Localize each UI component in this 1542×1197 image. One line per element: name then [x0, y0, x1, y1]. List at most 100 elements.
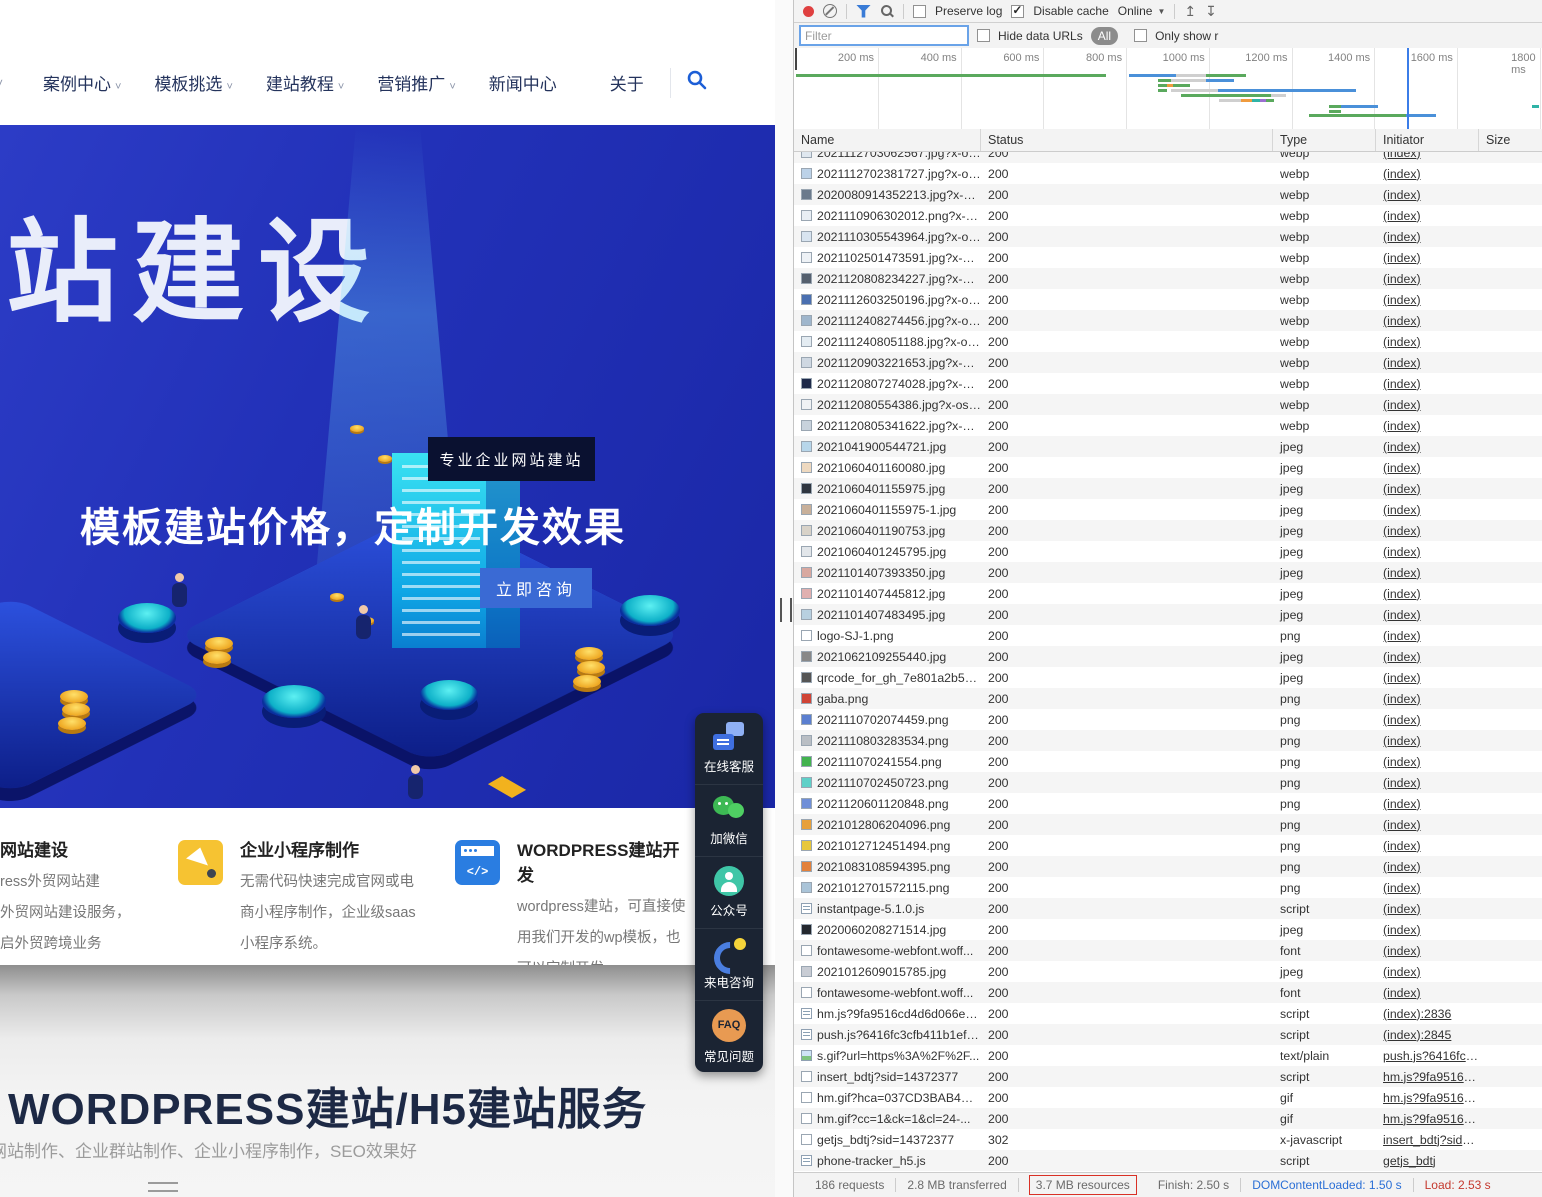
- request-initiator-link[interactable]: (index): [1376, 923, 1479, 937]
- table-row[interactable]: 2021120808234227.jpg?x-oss...200webp(ind…: [794, 268, 1542, 289]
- table-row[interactable]: fontawesome-webfont.woff...200font(index…: [794, 982, 1542, 1003]
- table-row[interactable]: 2021110702074459.png200png(index): [794, 709, 1542, 730]
- filter-type-all[interactable]: All: [1091, 27, 1118, 45]
- request-initiator-link[interactable]: (index): [1376, 356, 1479, 370]
- contact-menu-item-wechat[interactable]: 加微信: [695, 785, 763, 857]
- request-initiator-link[interactable]: (index): [1376, 587, 1479, 601]
- request-initiator-link[interactable]: push.js?6416fc3...: [1376, 1049, 1479, 1063]
- request-initiator-link[interactable]: (index): [1376, 671, 1479, 685]
- consult-now-button[interactable]: 立即咨询: [480, 568, 592, 608]
- hide-data-urls-checkbox[interactable]: [977, 29, 990, 42]
- request-initiator-link[interactable]: (index): [1376, 713, 1479, 727]
- only-show-label[interactable]: Only show r: [1155, 29, 1218, 43]
- request-initiator-link[interactable]: (index): [1376, 944, 1479, 958]
- table-row[interactable]: fontawesome-webfont.woff...200font(index…: [794, 940, 1542, 961]
- table-row[interactable]: phone-tracker_h5.js200scriptgetjs_bdtj: [794, 1150, 1542, 1171]
- request-initiator-link[interactable]: (index): [1376, 314, 1479, 328]
- feature-card-website[interactable]: 网站建设 ress外贸网站建外贸网站建设服务，启外贸跨境业务: [0, 808, 165, 960]
- devtools-splitter[interactable]: [775, 0, 793, 1197]
- nav-item-6[interactable]: 关于: [610, 70, 644, 95]
- network-overview-timeline[interactable]: 200 ms400 ms600 ms800 ms1000 ms1200 ms14…: [794, 48, 1542, 130]
- request-initiator-link[interactable]: (index): [1376, 524, 1479, 538]
- table-row[interactable]: 2021060401245795.jpg200jpeg(index): [794, 541, 1542, 562]
- table-row[interactable]: s.gif?url=https%3A%2F%2F...200text/plain…: [794, 1045, 1542, 1066]
- request-initiator-link[interactable]: (index): [1376, 230, 1479, 244]
- contact-menu-item-faq[interactable]: FAQ常见问题: [695, 1001, 763, 1072]
- request-initiator-link[interactable]: (index): [1376, 734, 1479, 748]
- table-row[interactable]: 2021060401190753.jpg200jpeg(index): [794, 520, 1542, 541]
- column-header-initiator[interactable]: Initiator: [1376, 129, 1479, 151]
- table-row[interactable]: 2021110906302012.png?x-os...200webp(inde…: [794, 205, 1542, 226]
- table-row[interactable]: getjs_bdtj?sid=14372377302x-javascriptin…: [794, 1129, 1542, 1150]
- table-row[interactable]: 2021110803283534.png200png(index): [794, 730, 1542, 751]
- table-row[interactable]: hm.js?9fa9516cd4d6d066e72...200script(in…: [794, 1003, 1542, 1024]
- table-row[interactable]: 2020060208271514.jpg200jpeg(index): [794, 919, 1542, 940]
- table-row[interactable]: 202112080554386.jpg?x-oss-...200webp(ind…: [794, 394, 1542, 415]
- request-initiator-link[interactable]: (index): [1376, 293, 1479, 307]
- table-row[interactable]: 2021062109255440.jpg200jpeg(index): [794, 646, 1542, 667]
- request-initiator-link[interactable]: hm.js?9fa9516...:...: [1376, 1070, 1479, 1084]
- request-initiator-link[interactable]: (index): [1376, 818, 1479, 832]
- nav-item-2[interactable]: 模板挑选˅: [154, 70, 232, 95]
- request-initiator-link[interactable]: (index): [1376, 839, 1479, 853]
- table-row[interactable]: 2021112702381727.jpg?x-oss...200webp(ind…: [794, 163, 1542, 184]
- table-row[interactable]: 2021012712451494.png200png(index): [794, 835, 1542, 856]
- table-row[interactable]: 2021120805341622.jpg?x-oss...200webp(ind…: [794, 415, 1542, 436]
- request-initiator-link[interactable]: (index):2836: [1376, 1007, 1479, 1021]
- filter-input[interactable]: [799, 25, 969, 46]
- nav-item-3[interactable]: 建站教程˅: [266, 70, 344, 95]
- request-initiator-link[interactable]: (index): [1376, 188, 1479, 202]
- request-initiator-link[interactable]: (index):2845: [1376, 1028, 1479, 1042]
- filter-funnel-icon[interactable]: [856, 5, 871, 18]
- table-row[interactable]: gaba.png200png(index): [794, 688, 1542, 709]
- table-row[interactable]: 2021120807274028.jpg?x-oss...200webp(ind…: [794, 373, 1542, 394]
- table-row[interactable]: insert_bdtj?sid=14372377200scripthm.js?9…: [794, 1066, 1542, 1087]
- request-initiator-link[interactable]: (index): [1376, 440, 1479, 454]
- request-initiator-link[interactable]: (index): [1376, 608, 1479, 622]
- request-initiator-link[interactable]: (index): [1376, 776, 1479, 790]
- table-row[interactable]: 2021112408274456.jpg?x-oss...200webp(ind…: [794, 310, 1542, 331]
- preserve-log-checkbox[interactable]: [913, 5, 926, 18]
- table-row[interactable]: 2021110702450723.png200png(index): [794, 772, 1542, 793]
- request-initiator-link[interactable]: (index): [1376, 797, 1479, 811]
- column-header-status[interactable]: Status: [981, 129, 1273, 151]
- column-header-type[interactable]: Type: [1273, 129, 1376, 151]
- table-row[interactable]: 2020080914352213.jpg?x-oss...200webp(ind…: [794, 184, 1542, 205]
- search-icon[interactable]: [686, 69, 708, 96]
- drag-handle-icon[interactable]: [780, 598, 792, 622]
- table-row[interactable]: instantpage-5.1.0.js200script(index): [794, 898, 1542, 919]
- requests-table[interactable]: 2021112703062567.jpg?x-oss...200webp(ind…: [794, 152, 1542, 1172]
- table-row[interactable]: 2021112703062567.jpg?x-oss...200webp(ind…: [794, 152, 1542, 163]
- request-initiator-link[interactable]: (index): [1376, 503, 1479, 517]
- export-har-icon[interactable]: ↧: [1205, 4, 1217, 18]
- table-row[interactable]: 2021083108594395.png200png(index): [794, 856, 1542, 877]
- table-row[interactable]: hm.gif?hca=037CD3BAB4DA...200gifhm.js?9f…: [794, 1087, 1542, 1108]
- request-initiator-link[interactable]: (index): [1376, 272, 1479, 286]
- request-initiator-link[interactable]: (index): [1376, 545, 1479, 559]
- request-initiator-link[interactable]: hm.js?9fa9516...:...: [1376, 1112, 1479, 1126]
- contact-menu-item-phone[interactable]: 来电咨询: [695, 929, 763, 1001]
- nav-item-5[interactable]: 新闻中心: [489, 70, 557, 95]
- feature-card-wordpress[interactable]: </> WORDPRESS建站开发 wordpress建站，可直接使用我们开发的…: [455, 808, 695, 985]
- table-row[interactable]: 2021110305543964.jpg?x-oss...200webp(ind…: [794, 226, 1542, 247]
- table-row[interactable]: 2021112603250196.jpg?x-oss...200webp(ind…: [794, 289, 1542, 310]
- table-row[interactable]: 2021102501473591.jpg?x-oss...200webp(ind…: [794, 247, 1542, 268]
- search-icon[interactable]: [880, 4, 894, 18]
- disable-cache-checkbox[interactable]: [1011, 5, 1024, 18]
- clear-icon[interactable]: [823, 4, 837, 18]
- contact-menu-item-person[interactable]: 公众号: [695, 857, 763, 929]
- table-row[interactable]: logo-SJ-1.png200png(index): [794, 625, 1542, 646]
- table-row[interactable]: 2021012806204096.png200png(index): [794, 814, 1542, 835]
- column-header-size[interactable]: Size: [1479, 129, 1542, 151]
- nav-item-4[interactable]: 营销推广˅: [377, 70, 455, 95]
- request-initiator-link[interactable]: (index): [1376, 398, 1479, 412]
- table-row[interactable]: 2021012609015785.jpg200jpeg(index): [794, 961, 1542, 982]
- table-row[interactable]: 2021101407483495.jpg200jpeg(index): [794, 604, 1542, 625]
- only-show-checkbox[interactable]: [1134, 29, 1147, 42]
- column-header-name[interactable]: Name: [794, 129, 981, 151]
- request-initiator-link[interactable]: (index): [1376, 152, 1479, 160]
- throttling-dropdown[interactable]: Online▼: [1118, 4, 1166, 18]
- preserve-log-label[interactable]: Preserve log: [935, 4, 1002, 18]
- request-initiator-link[interactable]: insert_bdtj?sid=...: [1376, 1133, 1479, 1147]
- request-initiator-link[interactable]: (index): [1376, 461, 1479, 475]
